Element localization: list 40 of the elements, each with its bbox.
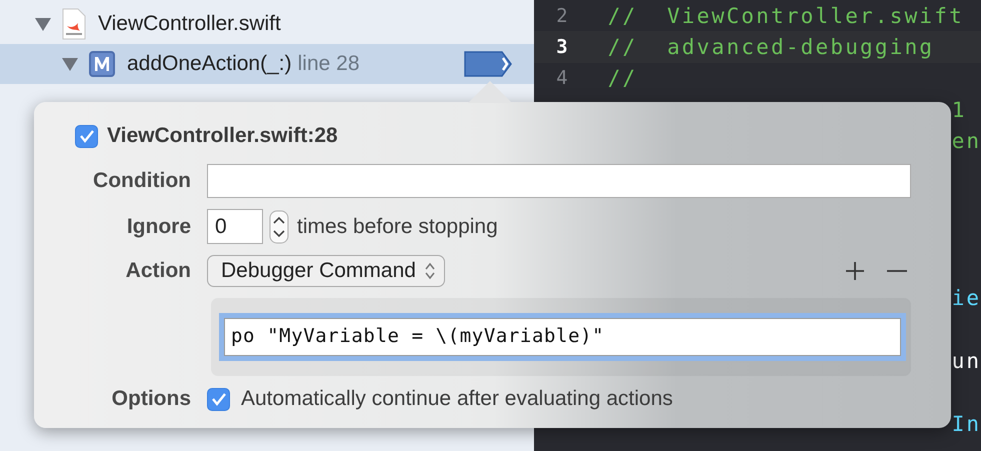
add-icon[interactable] <box>845 261 865 281</box>
action-dropdown[interactable]: Debugger Command <box>207 255 445 287</box>
condition-field[interactable] <box>207 164 911 198</box>
code-line: // advanced-debugging <box>608 35 934 60</box>
code-fragment: un <box>952 349 981 374</box>
line-number: 2 <box>555 4 568 27</box>
field-label: Condition <box>92 169 191 193</box>
code-fragment: ie <box>952 286 981 310</box>
checkbox[interactable] <box>207 388 230 410</box>
ignore-count-field[interactable]: 0 <box>207 209 263 244</box>
field-label: Action <box>124 259 191 283</box>
disclosure-triangle-icon[interactable] <box>34 16 52 32</box>
code-fragment: In <box>952 412 981 436</box>
checkbox[interactable] <box>75 124 98 148</box>
code-fragment: 1 <box>952 98 966 122</box>
method-icon <box>89 51 115 77</box>
line-number: 4 <box>555 67 568 90</box>
field-label: Ignore <box>126 214 191 238</box>
code-line: // <box>608 66 638 90</box>
checkmark-icon <box>78 129 94 143</box>
navigator-row[interactable]: ViewController.swift <box>0 4 534 44</box>
ignore-suffix-text: times before stopping <box>297 214 498 238</box>
swift-file-icon <box>62 8 86 40</box>
navigator-item-name: addOneAction(_:) <box>127 52 292 76</box>
breakpoint-title: ViewController.swift:28 <box>107 124 338 148</box>
line-number-label: line 28 <box>298 52 360 76</box>
field-label: Options <box>110 387 191 411</box>
code-fragment: en <box>952 129 981 154</box>
line-number: 3 <box>555 36 568 58</box>
remove-icon[interactable] <box>887 269 907 273</box>
checkmark-icon <box>210 392 226 406</box>
popover-arrow <box>468 81 512 103</box>
stepper[interactable] <box>269 210 289 244</box>
navigator-item-name: ViewController.swift <box>98 12 281 36</box>
option-label: Automatically continue after evaluating actions <box>241 387 673 411</box>
navigator-row[interactable]: addOneAction(_:) line 28 <box>0 44 534 84</box>
updown-chevron-icon <box>424 261 436 281</box>
breakpoint-icon[interactable] <box>464 51 512 77</box>
code-line: // ViewController.swift <box>608 4 964 28</box>
disclosure-triangle-icon[interactable] <box>61 56 79 72</box>
